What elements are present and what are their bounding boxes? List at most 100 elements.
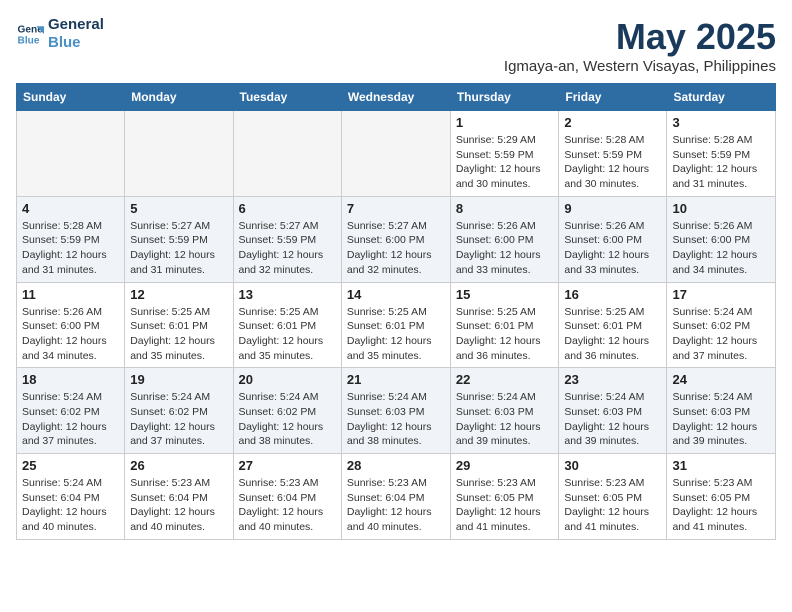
calendar-cell: 6 Sunrise: 5:27 AMSunset: 5:59 PMDaylight… (233, 196, 341, 282)
calendar-header-row: SundayMondayTuesdayWednesdayThursdayFrid… (17, 84, 776, 111)
day-number: 25 (22, 458, 119, 473)
calendar-cell: 7Sunrise: 5:27 AMSunset: 6:00 PMDaylight… (341, 196, 450, 282)
day-number: 17 (672, 287, 770, 302)
calendar-cell: 18Sunrise: 5:24 AMSunset: 6:02 PMDayligh… (17, 368, 125, 454)
day-number: 16 (564, 287, 661, 302)
calendar-cell: 19 Sunrise: 5:24 AMSunset: 6:02 PMDayligh… (125, 368, 233, 454)
calendar-cell: 10 Sunrise: 5:26 AMSunset: 6:00 PMDayligh… (667, 196, 776, 282)
calendar-cell: 17 Sunrise: 5:24 AMSunset: 6:02 PMDayligh… (667, 282, 776, 368)
day-number: 31 (672, 458, 770, 473)
calendar-cell (17, 111, 125, 197)
calendar-cell: 24 Sunrise: 5:24 AMSunset: 6:03 PMDayligh… (667, 368, 776, 454)
day-info: Sunrise: 5:29 AMSunset: 5:59 PMDaylight:… (456, 133, 554, 192)
calendar-cell: 23 Sunrise: 5:24 AMSunset: 6:03 PMDayligh… (559, 368, 667, 454)
calendar-cell: 27 Sunrise: 5:23 AMSunset: 6:04 PMDayligh… (233, 454, 341, 540)
calendar-cell: 3Sunrise: 5:28 AMSunset: 5:59 PMDaylight… (667, 111, 776, 197)
logo-general: General (48, 16, 104, 34)
day-number: 24 (672, 372, 770, 387)
day-info: Sunrise: 5:23 AMSunset: 6:04 PMDaylight:… (239, 476, 336, 535)
day-info: Sunrise: 5:23 AMSunset: 6:05 PMDaylight:… (564, 476, 661, 535)
day-info: Sunrise: 5:24 AMSunset: 6:02 PMDaylight:… (22, 390, 119, 449)
calendar-cell: 29 Sunrise: 5:23 AMSunset: 6:05 PMDayligh… (450, 454, 559, 540)
day-number: 30 (564, 458, 661, 473)
weekday-header: Tuesday (233, 84, 341, 111)
day-info: Sunrise: 5:26 AMSunset: 6:00 PMDaylight:… (672, 219, 770, 278)
day-number: 28 (347, 458, 445, 473)
day-number: 21 (347, 372, 445, 387)
day-number: 23 (564, 372, 661, 387)
day-number: 19 (130, 372, 227, 387)
calendar-cell: 16Sunrise: 5:25 AMSunset: 6:01 PMDayligh… (559, 282, 667, 368)
calendar-week-row: 4Sunrise: 5:28 AMSunset: 5:59 PMDaylight… (17, 196, 776, 282)
day-info: Sunrise: 5:26 AMSunset: 6:00 PMDaylight:… (564, 219, 661, 278)
calendar-cell: 8Sunrise: 5:26 AMSunset: 6:00 PMDaylight… (450, 196, 559, 282)
day-info: Sunrise: 5:24 AMSunset: 6:03 PMDaylight:… (456, 390, 554, 449)
calendar-cell: 20 Sunrise: 5:24 AMSunset: 6:02 PMDayligh… (233, 368, 341, 454)
day-info: Sunrise: 5:28 AMSunset: 5:59 PMDaylight:… (672, 133, 770, 192)
day-info: Sunrise: 5:24 AMSunset: 6:03 PMDaylight:… (672, 390, 770, 449)
day-info: Sunrise: 5:24 AMSunset: 6:02 PMDaylight:… (239, 390, 336, 449)
calendar-cell: 11Sunrise: 5:26 AMSunset: 6:00 PMDayligh… (17, 282, 125, 368)
calendar-cell: 28 Sunrise: 5:23 AMSunset: 6:04 PMDayligh… (341, 454, 450, 540)
calendar-cell (341, 111, 450, 197)
day-number: 20 (239, 372, 336, 387)
calendar-week-row: 25 Sunrise: 5:24 AMSunset: 6:04 PMDayligh… (17, 454, 776, 540)
title-block: May 2025 Igmaya-an, Western Visayas, Phi… (504, 16, 776, 75)
day-number: 6 (239, 201, 336, 216)
calendar-cell: 5Sunrise: 5:27 AMSunset: 5:59 PMDaylight… (125, 196, 233, 282)
day-info: Sunrise: 5:24 AMSunset: 6:02 PMDaylight:… (672, 305, 770, 364)
day-info: Sunrise: 5:23 AMSunset: 6:05 PMDaylight:… (456, 476, 554, 535)
day-info: Sunrise: 5:28 AMSunset: 5:59 PMDaylight:… (564, 133, 661, 192)
day-number: 5 (130, 201, 227, 216)
calendar-week-row: 18Sunrise: 5:24 AMSunset: 6:02 PMDayligh… (17, 368, 776, 454)
location-title: Igmaya-an, Western Visayas, Philippines (504, 58, 776, 75)
calendar-table: SundayMondayTuesdayWednesdayThursdayFrid… (16, 83, 776, 540)
logo: General Blue General Blue (16, 16, 104, 52)
day-number: 27 (239, 458, 336, 473)
day-number: 8 (456, 201, 554, 216)
day-info: Sunrise: 5:27 AMSunset: 5:59 PMDaylight:… (239, 219, 336, 278)
day-info: Sunrise: 5:24 AMSunset: 6:03 PMDaylight:… (347, 390, 445, 449)
day-info: Sunrise: 5:24 AMSunset: 6:04 PMDaylight:… (22, 476, 119, 535)
day-info: Sunrise: 5:25 AMSunset: 6:01 PMDaylight:… (456, 305, 554, 364)
day-number: 13 (239, 287, 336, 302)
weekday-header: Saturday (667, 84, 776, 111)
day-number: 10 (672, 201, 770, 216)
calendar-cell: 14 Sunrise: 5:25 AMSunset: 6:01 PMDayligh… (341, 282, 450, 368)
day-info: Sunrise: 5:24 AMSunset: 6:02 PMDaylight:… (130, 390, 227, 449)
weekday-header: Thursday (450, 84, 559, 111)
day-number: 1 (456, 115, 554, 130)
calendar-cell (125, 111, 233, 197)
calendar-cell: 4Sunrise: 5:28 AMSunset: 5:59 PMDaylight… (17, 196, 125, 282)
calendar-cell (233, 111, 341, 197)
weekday-header: Sunday (17, 84, 125, 111)
calendar-cell: 22 Sunrise: 5:24 AMSunset: 6:03 PMDayligh… (450, 368, 559, 454)
calendar-week-row: 11Sunrise: 5:26 AMSunset: 6:00 PMDayligh… (17, 282, 776, 368)
weekday-header: Friday (559, 84, 667, 111)
calendar-cell: 25 Sunrise: 5:24 AMSunset: 6:04 PMDayligh… (17, 454, 125, 540)
calendar-cell: 1 Sunrise: 5:29 AMSunset: 5:59 PMDaylight… (450, 111, 559, 197)
day-info: Sunrise: 5:24 AMSunset: 6:03 PMDaylight:… (564, 390, 661, 449)
day-info: Sunrise: 5:23 AMSunset: 6:04 PMDaylight:… (347, 476, 445, 535)
calendar-cell: 31Sunrise: 5:23 AMSunset: 6:05 PMDayligh… (667, 454, 776, 540)
day-number: 22 (456, 372, 554, 387)
day-number: 7 (347, 201, 445, 216)
day-info: Sunrise: 5:25 AMSunset: 6:01 PMDaylight:… (239, 305, 336, 364)
day-number: 15 (456, 287, 554, 302)
calendar-cell: 26Sunrise: 5:23 AMSunset: 6:04 PMDayligh… (125, 454, 233, 540)
calendar-cell: 2Sunrise: 5:28 AMSunset: 5:59 PMDaylight… (559, 111, 667, 197)
logo-blue: Blue (48, 34, 104, 52)
day-number: 12 (130, 287, 227, 302)
day-number: 11 (22, 287, 119, 302)
calendar-cell: 13 Sunrise: 5:25 AMSunset: 6:01 PMDayligh… (233, 282, 341, 368)
calendar-cell: 30 Sunrise: 5:23 AMSunset: 6:05 PMDayligh… (559, 454, 667, 540)
day-info: Sunrise: 5:25 AMSunset: 6:01 PMDaylight:… (347, 305, 445, 364)
day-info: Sunrise: 5:23 AMSunset: 6:04 PMDaylight:… (130, 476, 227, 535)
day-number: 4 (22, 201, 119, 216)
day-number: 29 (456, 458, 554, 473)
day-number: 14 (347, 287, 445, 302)
logo-icon: General Blue (16, 20, 44, 48)
svg-text:Blue: Blue (18, 35, 40, 46)
calendar-cell: 12Sunrise: 5:25 AMSunset: 6:01 PMDayligh… (125, 282, 233, 368)
calendar-cell: 21 Sunrise: 5:24 AMSunset: 6:03 PMDayligh… (341, 368, 450, 454)
